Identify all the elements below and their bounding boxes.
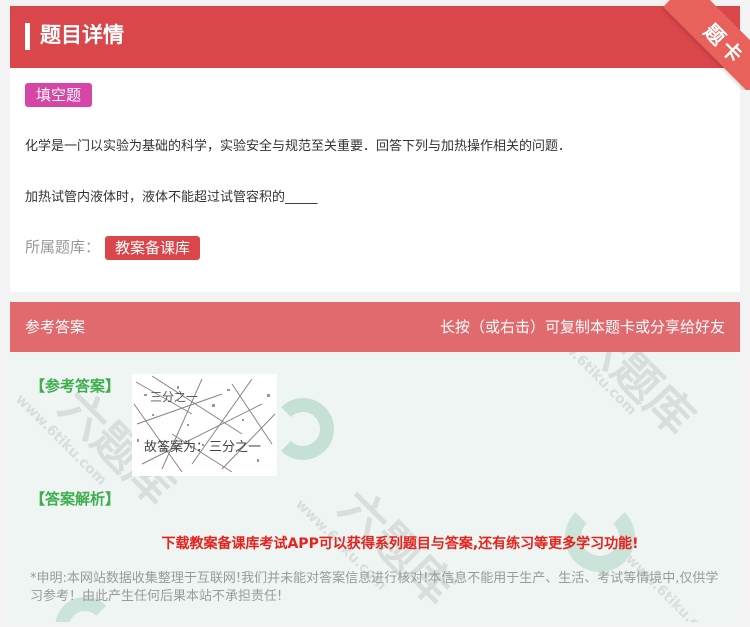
answer-card: 六题库 www.6tiku.com 六题库 www.6tiku.com 六题库 … — [10, 302, 740, 622]
card-ribbon: 题卡 — [652, 0, 750, 90]
answer-header: 参考答案 长按（或右击）可复制本题卡或分享给好友 — [10, 302, 740, 352]
question-type-badge: 填空题 — [25, 83, 93, 107]
question-card: 题目详情 填空题 化学是一门以实验为基础的科学，实验安全与规范至关重要．回答下列… — [10, 6, 740, 292]
watermark-url: www.6tiku.com — [12, 391, 110, 489]
question-blank-text: 加热试管内液体时，液体不能超过试管容积的_____ — [25, 190, 318, 205]
download-app-promo[interactable]: 下载教案备课库考试APP可以获得系列题目与答案,还有练习等更多学习功能! — [10, 534, 740, 554]
answer-label: 【参考答案】 — [30, 377, 121, 395]
question-text: 化学是一门以实验为基础的科学，实验安全与规范至关重要．回答下列与加热操作相关的问… — [25, 139, 572, 154]
question-header: 题目详情 — [10, 6, 740, 68]
bank-label: 所属题库： — [25, 238, 101, 256]
bank-tag-link[interactable]: 教案备课库 — [105, 236, 201, 260]
analysis-label: 【答案解析】 — [30, 490, 121, 508]
answer-image-handwriting: 三分之一 — [150, 390, 199, 404]
swirl-decoration — [272, 398, 334, 460]
ribbon-label: 题卡 — [699, 18, 750, 70]
answer-image-conclusion: 故答案为：三分之一 — [144, 440, 262, 455]
disclaimer-text: *申明:本网站数据收集整理于互联网!我们并未能对答案信息进行核对!本信息不能用于… — [30, 571, 719, 604]
answer-section-title: 参考答案 — [25, 318, 86, 336]
answer-image: 三分之一 故答案为：三分之一 — [132, 374, 277, 476]
page-title: 题目详情 — [40, 23, 124, 47]
share-hint: 长按（或右击）可复制本题卡或分享给好友 — [439, 318, 725, 336]
header-accent-bar — [25, 23, 30, 50]
